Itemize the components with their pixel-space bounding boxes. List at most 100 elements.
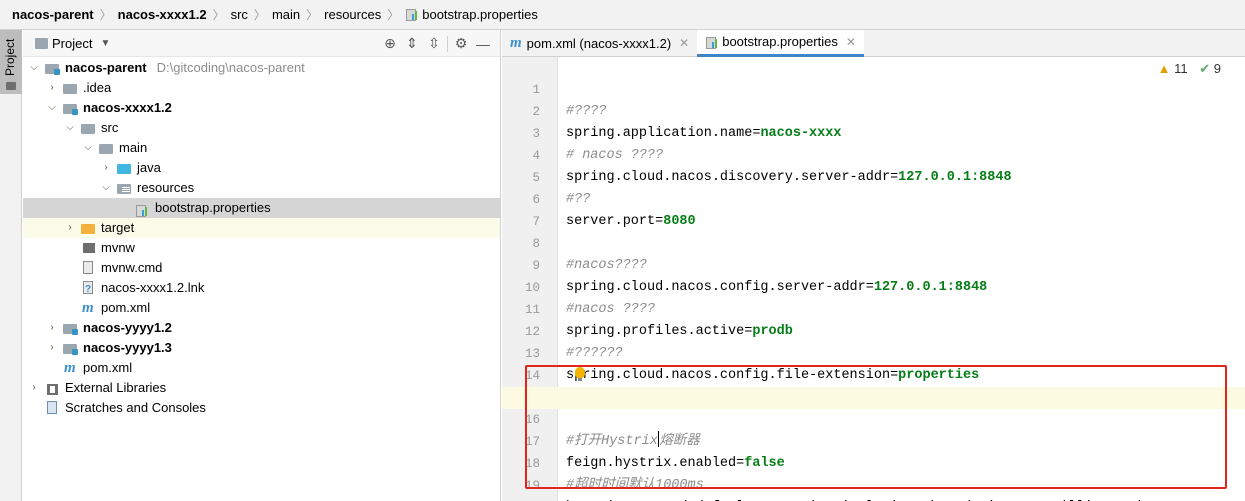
- close-icon[interactable]: ✕: [679, 30, 689, 57]
- code-line: 11 spring.profiles.active=prodb: [502, 277, 1245, 339]
- tree-node-label: bootstrap.properties: [155, 200, 271, 215]
- chevron-right-icon[interactable]: ›: [99, 158, 113, 178]
- chevron-right-icon: 〉: [306, 8, 319, 22]
- tree-node-label: resources: [137, 180, 195, 195]
- tree-node-external-libraries[interactable]: › External Libraries: [23, 378, 500, 398]
- library-icon: [45, 381, 60, 395]
- tree-node-path: D:\gitcoding\nacos-parent: [156, 60, 305, 75]
- tree-node-label: src: [101, 120, 119, 135]
- chevron-down-icon[interactable]: ⌵: [63, 118, 77, 138]
- tree-node-label: main: [119, 140, 148, 155]
- module-folder-icon: [45, 61, 60, 75]
- project-view-icon: [35, 37, 48, 49]
- breadcrumb-item[interactable]: main: [272, 7, 300, 22]
- expand-all-icon[interactable]: ⇕: [401, 35, 423, 52]
- target-icon[interactable]: ⊕: [379, 35, 401, 52]
- code-line: 18 #超时时间默认1000ms: [502, 431, 1245, 493]
- tree-node-label: nacos-yyyy1.3: [83, 340, 172, 355]
- chevron-right-icon[interactable]: ›: [45, 318, 59, 338]
- code-line: 7: [502, 189, 1245, 229]
- chevron-right-icon[interactable]: ›: [63, 218, 77, 238]
- code-line: 12 #??????: [502, 299, 1245, 361]
- folder-icon: [99, 141, 114, 155]
- project-tool-tab[interactable]: Project: [0, 30, 22, 94]
- minimize-icon[interactable]: —: [472, 36, 494, 52]
- close-icon[interactable]: ✕: [846, 30, 856, 54]
- collapse-all-icon[interactable]: ⇳: [423, 35, 445, 52]
- breadcrumb-item[interactable]: src: [231, 7, 248, 22]
- tree-node-root-pom-xml[interactable]: m pom.xml: [23, 358, 500, 378]
- tool-window-strip: Project: [0, 30, 22, 501]
- chevron-down-icon[interactable]: ⌵: [45, 98, 59, 118]
- code-line: 3 # nacos ????: [502, 101, 1245, 163]
- tree-node-lnk[interactable]: ? nacos-xxxx1.2.lnk: [23, 278, 500, 298]
- maven-file-icon: m: [64, 360, 76, 376]
- line-number: 20: [502, 497, 540, 501]
- lightbulb-icon[interactable]: [575, 367, 585, 381]
- gear-icon[interactable]: ⚙: [450, 35, 472, 52]
- code-line: 5 #??: [502, 145, 1245, 207]
- scratches-icon: [45, 401, 60, 415]
- tree-node-src[interactable]: ⌵ src: [23, 118, 500, 138]
- resources-folder-icon: [117, 181, 132, 195]
- breadcrumb: nacos-parent 〉 nacos-xxxx1.2 〉 src 〉 mai…: [0, 0, 1245, 30]
- tree-node-nacos-yyyy1-3[interactable]: › nacos-yyyy1.3: [23, 338, 500, 358]
- tree-node-label: target: [101, 220, 135, 235]
- tree-node-label: .idea: [83, 80, 112, 95]
- project-panel-title[interactable]: Project: [52, 36, 92, 51]
- tab-pom-xml[interactable]: m pom.xml (nacos-xxxx1.2) ✕: [502, 30, 697, 57]
- code-line: 15: [502, 365, 1245, 405]
- shell-file-icon: [81, 241, 96, 255]
- chevron-right-icon[interactable]: ›: [45, 78, 59, 98]
- breadcrumb-item[interactable]: nacos-xxxx1.2: [118, 7, 207, 22]
- chevron-right-icon[interactable]: ›: [27, 378, 41, 398]
- tree-node-nacos-yyyy1-2[interactable]: › nacos-yyyy1.2: [23, 318, 500, 338]
- breadcrumb-item[interactable]: resources: [324, 7, 381, 22]
- chevron-down-icon[interactable]: ⌵: [27, 58, 41, 78]
- chevron-right-icon[interactable]: ›: [45, 338, 59, 358]
- tree-node-mvnw-cmd[interactable]: mvnw.cmd: [23, 258, 500, 278]
- unknown-file-icon: ?: [81, 281, 96, 295]
- code-line: 2 spring.application.name=nacos-xxxx: [502, 79, 1245, 141]
- tree-node-label: nacos-yyyy1.2: [83, 320, 172, 335]
- tree-node-nacos-xxxx1-2[interactable]: ⌵ nacos-xxxx1.2: [23, 98, 500, 118]
- tree-node-target[interactable]: › target: [23, 218, 500, 238]
- breadcrumb-item[interactable]: nacos-parent: [12, 7, 94, 22]
- tree-node-label: Scratches and Consoles: [65, 400, 206, 415]
- tab-label: pom.xml (nacos-xxxx1.2): [526, 36, 672, 51]
- tree-node-bootstrap-properties[interactable]: bootstrap.properties: [23, 198, 500, 218]
- tree-node-label: java: [137, 160, 161, 175]
- tree-node-main[interactable]: ⌵ main: [23, 138, 500, 158]
- tree-node-label: mvnw.cmd: [101, 260, 163, 275]
- code-line: 19 hystrix.command.default.execution.iso…: [502, 453, 1245, 501]
- chevron-down-icon[interactable]: ⌵: [99, 178, 113, 198]
- tree-node-label: pom.xml: [83, 360, 133, 375]
- tree-node-label: nacos-parent: [65, 60, 147, 75]
- folder-icon: [63, 81, 78, 95]
- maven-file-icon: m: [82, 300, 94, 316]
- properties-file-icon: [405, 8, 418, 21]
- tree-node-resources[interactable]: ⌵ resources: [23, 178, 500, 198]
- tab-bootstrap-properties[interactable]: bootstrap.properties ✕: [697, 30, 864, 57]
- tree-node-nacos-parent[interactable]: ⌵ nacos-parent D:\gitcoding\nacos-parent: [23, 58, 500, 78]
- tree-node-label: pom.xml: [101, 300, 151, 315]
- chevron-down-icon[interactable]: ▼: [100, 38, 110, 49]
- tree-node-label: External Libraries: [65, 380, 167, 395]
- code-line: 20: [502, 475, 1245, 497]
- tree-node-mvnw[interactable]: mvnw: [23, 238, 500, 258]
- chevron-right-icon: 〉: [387, 8, 400, 22]
- code-line: 6 server.port=8080: [502, 167, 1245, 229]
- tree-node-scratches[interactable]: Scratches and Consoles: [23, 398, 500, 418]
- breadcrumb-item[interactable]: bootstrap.properties: [422, 7, 538, 22]
- folder-icon: [81, 121, 96, 135]
- tree-node-pom-xml[interactable]: m pom.xml: [23, 298, 500, 318]
- code-line: 14: [502, 343, 1245, 383]
- tree-node-label: nacos-xxxx1.2.lnk: [101, 280, 205, 295]
- code-editor[interactable]: ▲ 11 ✔ 9 1 #???? 2 spring.application.na…: [502, 57, 1245, 501]
- source-folder-icon: [117, 161, 132, 175]
- tree-node-java[interactable]: › java: [23, 158, 500, 178]
- tree-node-label: mvnw: [101, 240, 135, 255]
- tree-node-idea[interactable]: › .idea: [23, 78, 500, 98]
- text-file-icon: [81, 261, 96, 275]
- chevron-down-icon[interactable]: ⌵: [81, 138, 95, 158]
